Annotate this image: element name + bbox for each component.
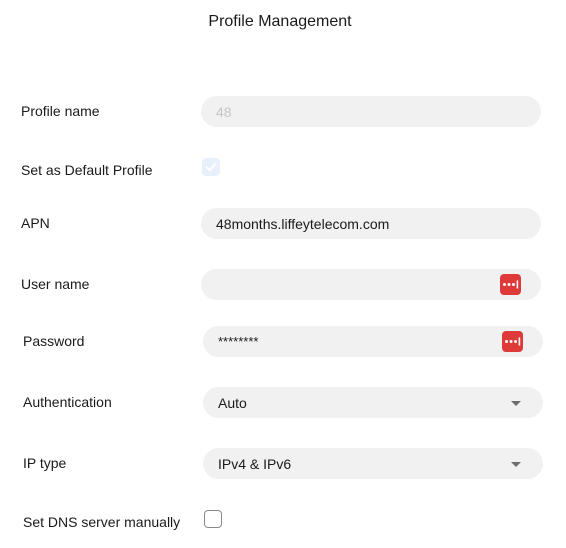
authentication-label: Authentication [23,394,112,410]
checkmark-icon [205,162,217,172]
user-name-input[interactable] [201,269,541,300]
dns-manual-checkbox[interactable] [204,510,222,528]
password-key-icon[interactable] [500,274,521,295]
profile-name-label: Profile name [21,103,100,119]
user-name-label: User name [21,276,90,292]
authentication-value: Auto [218,394,247,411]
ip-type-value: IPv4 & IPv6 [218,455,292,472]
ip-type-select[interactable]: IPv4 & IPv6 [203,448,543,479]
password-key-icon[interactable] [502,331,523,352]
ip-type-label: IP type [23,455,67,471]
dns-manual-label: Set DNS server manually [23,514,181,530]
chevron-down-icon [511,462,521,467]
apn-label: APN [21,215,50,231]
default-profile-label: Set as Default Profile [21,162,153,178]
page-title: Profile Management [208,13,352,30]
password-label: Password [23,333,85,349]
authentication-select[interactable]: Auto [203,387,543,418]
chevron-down-icon [511,401,521,406]
password-value: ******** [218,334,259,349]
apn-value: 48months.liffeytelecom.com [216,215,390,232]
profile-name-value: 48 [216,103,232,120]
password-input[interactable]: ******** [203,326,543,357]
profile-name-input: 48 [201,96,541,127]
apn-input[interactable]: 48months.liffeytelecom.com [201,208,541,239]
default-profile-checkbox [202,158,220,176]
